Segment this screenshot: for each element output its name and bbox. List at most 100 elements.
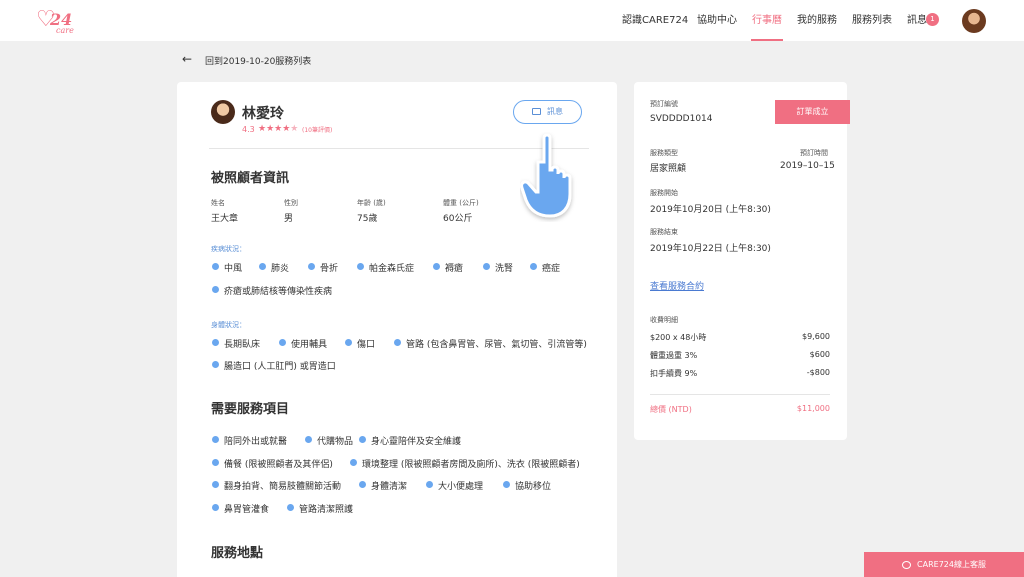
service-end: 2019年10月22日 (上午8:30)	[650, 244, 771, 254]
service-end-label: 服務結束	[650, 228, 678, 236]
pointing-hand-icon	[520, 133, 572, 218]
service-type: 居家照顧	[650, 164, 687, 174]
review-count[interactable]: (10筆評價)	[302, 125, 332, 134]
body-item: 腸造口 (人工肛門) 或胃造口	[224, 362, 336, 372]
order-number-label: 預訂編號	[650, 100, 678, 108]
message-count-badge: 1	[926, 13, 939, 26]
service-item: 身體清潔	[371, 482, 408, 492]
bullet-dot	[308, 263, 315, 270]
bullet-dot	[279, 339, 286, 346]
needed-services-title: 需要服務項目	[211, 402, 290, 417]
service-location-title: 服務地點	[211, 546, 264, 561]
empty-star-icon: ★	[290, 124, 299, 134]
bullet-dot	[426, 481, 433, 488]
bullet-dot	[305, 436, 312, 443]
care-receiver-title: 被照顧者資訊	[211, 171, 290, 186]
fee-item: $200 x 48小時	[650, 333, 707, 342]
disease-item: 褥瘡	[445, 264, 464, 274]
disease-item: 癌症	[542, 264, 561, 274]
order-date-label: 預訂時間	[800, 149, 828, 157]
service-item: 備餐 (限被照顧者及其伴侶)	[224, 460, 333, 470]
order-number: SVDDDD1014	[650, 114, 713, 124]
order-date: 2019–10–15	[780, 161, 835, 171]
bullet-dot	[433, 263, 440, 270]
service-start: 2019年10月20日 (上午8:30)	[650, 205, 771, 215]
logo-subtext: care	[56, 26, 74, 35]
user-avatar[interactable]	[962, 9, 986, 33]
disease-item: 疥瘡或肺結核等傳染性疾病	[224, 287, 333, 297]
name-label: 姓名	[211, 199, 225, 207]
service-item: 鼻胃管灌食	[224, 505, 270, 515]
service-item: 環境整理 (限被照顧者房間及廁所)、洗衣 (限被照顧者)	[362, 460, 580, 470]
online-support-button[interactable]: CARE724線上客服	[864, 552, 1024, 577]
rating-stars: ★★★★★	[258, 124, 298, 134]
bullet-dot	[530, 263, 537, 270]
fee-item: 體重過重 3%	[650, 351, 698, 360]
order-summary-card	[634, 82, 847, 440]
service-item: 協助移位	[515, 482, 552, 492]
filled-stars-icon: ★★★★	[258, 124, 291, 134]
bullet-dot	[503, 481, 510, 488]
bullet-dot	[212, 339, 219, 346]
total-label: 總價 (NTD)	[650, 405, 692, 414]
fee-details-label: 收費明細	[650, 316, 678, 324]
view-contract-link[interactable]: 查看服務合約	[650, 279, 704, 292]
online-support-label: CARE724線上客服	[917, 560, 986, 569]
bullet-dot	[212, 286, 219, 293]
bullet-dot	[212, 361, 219, 368]
service-item: 代購物品	[317, 437, 354, 447]
nav-calendar[interactable]: 行事曆	[751, 0, 783, 41]
gender-label: 性別	[284, 199, 298, 207]
message-button[interactable]: 訊息	[513, 100, 582, 124]
caregiver-avatar	[211, 100, 235, 124]
service-item: 身心靈陪伴及安全維護	[371, 437, 462, 447]
service-item: 管路清潔照護	[299, 505, 354, 515]
nav-service-list[interactable]: 服務列表	[852, 0, 892, 41]
message-button-label: 訊息	[547, 107, 563, 116]
bullet-dot	[212, 436, 219, 443]
bullet-dot	[212, 459, 219, 466]
nav-my-services[interactable]: 我的服務	[797, 0, 837, 41]
back-arrow-icon[interactable]: ←	[182, 52, 192, 66]
fee-item: 扣手續費 9%	[650, 369, 698, 378]
service-item: 翻身拍背、簡易肢體關節活動	[224, 482, 342, 492]
body-item: 使用輔具	[291, 340, 328, 350]
fee-amount: $600	[809, 350, 830, 359]
chat-icon	[902, 560, 912, 569]
bullet-dot	[359, 481, 366, 488]
bullet-dot	[259, 263, 266, 270]
gender-value: 男	[284, 214, 294, 224]
age-value: 75歲	[357, 214, 378, 224]
bullet-dot	[350, 459, 357, 466]
fee-amount: $9,600	[802, 332, 830, 341]
message-icon	[532, 108, 541, 115]
disease-label: 疾病狀況：	[211, 245, 246, 253]
care724-logo[interactable]: ♡ 24 care	[36, 9, 82, 36]
disease-item: 中風	[224, 264, 243, 274]
bullet-dot	[357, 263, 364, 270]
bullet-dot	[394, 339, 401, 346]
bullet-dot	[212, 481, 219, 488]
body-item: 傷口	[357, 340, 376, 350]
body-condition-label: 身體狀況：	[211, 321, 246, 329]
divider	[650, 394, 830, 395]
bullet-dot	[359, 436, 366, 443]
nav-help-center[interactable]: 協助中心	[697, 0, 737, 41]
disease-item: 洗腎	[495, 264, 514, 274]
name-value: 王大章	[211, 214, 239, 224]
caregiver-name: 林愛玲	[242, 106, 284, 122]
rating-score: 4.3	[242, 125, 255, 134]
body-item: 長期臥床	[224, 340, 261, 350]
service-item: 陪同外出或就醫	[224, 437, 288, 447]
disease-item: 帕金森氏症	[369, 264, 415, 274]
service-start-label: 服務開始	[650, 189, 678, 197]
total-amount: $11,000	[796, 404, 830, 413]
nav-about[interactable]: 認識CARE724	[622, 0, 688, 41]
body-item: 管路 (包含鼻胃管、尿管、氣切管、引流管等)	[406, 340, 587, 350]
back-to-list-link[interactable]: 回到2019-10-20服務列表	[205, 54, 311, 67]
bullet-dot	[287, 504, 294, 511]
disease-item: 骨折	[320, 264, 339, 274]
nav-messages[interactable]: 訊息	[907, 0, 927, 41]
weight-value: 60公斤	[443, 214, 473, 224]
bullet-dot	[212, 504, 219, 511]
